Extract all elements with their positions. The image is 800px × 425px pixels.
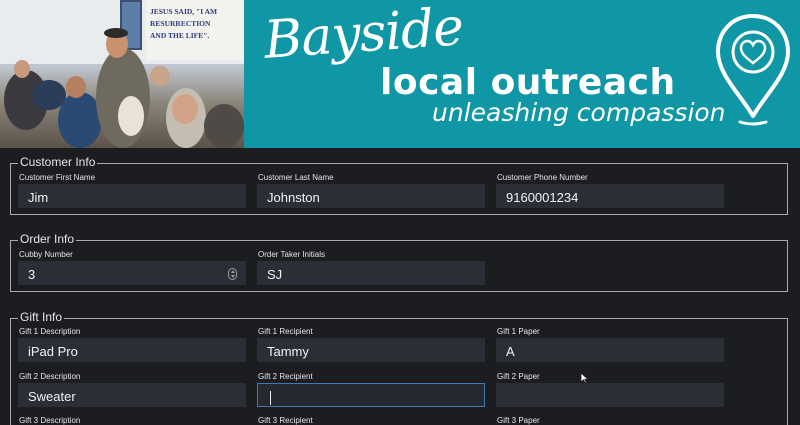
- text-caret: [270, 390, 271, 405]
- last-name-input[interactable]: Johnston: [257, 184, 485, 208]
- gift2-recipient-input[interactable]: [257, 383, 485, 407]
- order-info-legend: Order Info: [18, 232, 77, 246]
- gift2-paper-input[interactable]: [496, 383, 724, 407]
- brand-script-title: Bayside: [262, 0, 465, 71]
- first-name-label: Customer First Name: [19, 173, 96, 182]
- last-name-label: Customer Last Name: [258, 173, 334, 182]
- gift-info-section: Gift Info: [10, 310, 788, 425]
- gift1-description-input[interactable]: iPad Pro: [18, 338, 246, 362]
- first-name-input[interactable]: Jim: [18, 184, 246, 208]
- gift2-description-input[interactable]: Sweater: [18, 383, 246, 407]
- brand-main-title: local outreach: [380, 62, 676, 103]
- cubby-number-input[interactable]: 3: [18, 261, 246, 285]
- gift1-recipient-label: Gift 1 Recipient: [258, 327, 313, 336]
- gift1-recipient-input[interactable]: Tammy: [257, 338, 485, 362]
- phone-input[interactable]: 9160001234: [496, 184, 724, 208]
- cubby-number-label: Cubby Number: [19, 250, 73, 259]
- gift3-description-label: Gift 3 Description: [19, 416, 81, 425]
- wall-sign-text: JESUS SAID, "I AM RESURRECTION AND THE L…: [150, 7, 218, 40]
- community-photo: JESUS SAID, "I AM RESURRECTION AND THE L…: [0, 0, 244, 148]
- header-banner: JESUS SAID, "I AM RESURRECTION AND THE L…: [0, 0, 800, 148]
- gift1-paper-label: Gift 1 Paper: [497, 327, 540, 336]
- heart-location-pin-icon: [716, 14, 790, 126]
- gift3-recipient-label: Gift 3 Recipient: [258, 416, 313, 425]
- gift3-paper-label: Gift 3 Paper: [497, 416, 540, 425]
- customer-info-legend: Customer Info: [18, 155, 98, 169]
- initials-label: Order Taker Initials: [258, 250, 325, 259]
- gift2-recipient-label: Gift 2 Recipient: [258, 372, 313, 381]
- gift-info-legend: Gift Info: [18, 310, 65, 324]
- initials-input[interactable]: SJ: [257, 261, 485, 285]
- phone-label: Customer Phone Number: [497, 173, 588, 182]
- mouse-pointer-icon: [580, 372, 590, 384]
- number-stepper-icon[interactable]: [228, 268, 237, 280]
- gift2-paper-label: Gift 2 Paper: [497, 372, 540, 381]
- cubby-number-value: 3: [28, 267, 36, 282]
- gift1-paper-input[interactable]: A: [496, 338, 724, 362]
- gift1-description-label: Gift 1 Description: [19, 327, 81, 336]
- gift2-description-label: Gift 2 Description: [19, 372, 81, 381]
- brand-tagline: unleashing compassion: [432, 98, 726, 127]
